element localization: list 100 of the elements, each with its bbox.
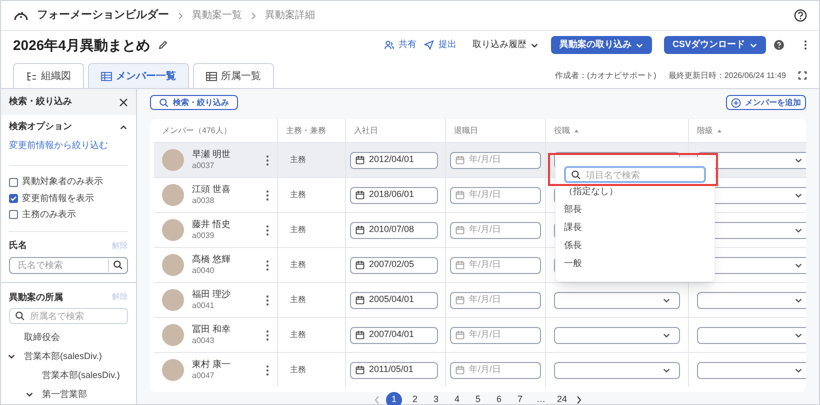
tree-item[interactable]: 営業本部(salesDiv.) [42,368,120,382]
search-filter-button[interactable]: 検索・絞り込み [150,95,238,110]
date-field[interactable]: 2007/04/01 [350,326,438,344]
select-field[interactable] [697,326,806,344]
share-button[interactable]: 共有 [384,38,416,52]
page-button[interactable]: 3 [428,392,444,405]
close-icon[interactable] [119,98,128,106]
breadcrumb-item: 異動案詳細 [265,8,315,23]
column-header[interactable]: 階級 [697,124,713,136]
checkbox[interactable] [9,178,18,187]
table-row[interactable]: 東村 康一 a0047 主務 2011/05/01 年/月/日 [154,352,806,387]
more-icon[interactable] [266,364,269,376]
table-icon [206,72,217,80]
calendar-icon [355,330,365,340]
page-button[interactable]: 5 [470,392,486,405]
column-header: 退職日 [454,124,478,136]
more-icon[interactable] [804,40,807,50]
checkbox[interactable] [9,210,18,220]
select-field[interactable] [554,292,680,308]
select-field[interactable] [697,292,806,308]
more-icon[interactable] [266,294,269,306]
member-id: a0038 [192,196,216,206]
checkbox-label: 主務のみ表示 [22,208,76,221]
filter-link[interactable]: 変更前情報から絞り込む [9,139,128,157]
check-icon [10,194,17,202]
table-row[interactable]: 冨田 和幸 a0043 主務 2007/04/01 年/月/日 [154,317,806,352]
table-icon [101,72,112,80]
tree-item[interactable]: 営業本部(salesDiv.) [24,350,102,364]
search-icon[interactable] [113,260,123,270]
select-field[interactable] [697,362,806,378]
table-row[interactable]: 福田 理沙 a0041 主務 2005/04/01 年/月/日 [154,282,806,317]
column-header[interactable]: 役職 [554,124,570,136]
dropdown-search-field[interactable]: 項目名で検索 [564,166,706,183]
submit-button[interactable]: 提出 [424,38,456,52]
calendar-icon [455,260,465,270]
import-history-button[interactable]: 取り込み履歴 [472,38,540,52]
date-field[interactable]: 2018/06/01 [350,186,438,204]
calendar-icon [455,225,465,235]
page-button[interactable]: 7 [512,392,528,405]
calendar-icon [355,190,365,200]
duty-cell: 主務 [290,224,306,236]
select-field[interactable] [554,362,680,378]
page-button[interactable]: 2 [407,392,423,405]
select-field[interactable] [554,326,680,344]
page-button[interactable]: 4 [449,392,465,405]
member-name: 髙橋 悠輝 [192,254,232,266]
page-button[interactable]: 1 [386,392,402,405]
more-icon[interactable] [266,330,269,340]
duty-cell: 主務 [290,294,306,306]
date-field[interactable]: 2005/04/01 [350,292,438,308]
plus-circle-icon [731,98,741,108]
help-icon[interactable] [794,9,807,22]
calendar-icon [355,260,365,270]
member-name: 福田 理沙 [192,289,232,301]
checkbox[interactable] [9,194,18,203]
department-search-field[interactable]: 所属名で検索 [9,308,128,324]
expand-icon[interactable] [798,71,807,80]
pencil-icon[interactable] [158,40,168,50]
more-icon[interactable] [266,224,269,236]
page-button[interactable]: 24 [554,392,570,405]
member-name: 江頭 世喜 [192,184,232,196]
dropdown-option[interactable]: 課長 [556,219,714,237]
avatar [162,324,184,346]
add-member-button[interactable]: メンバーを追加 [726,95,806,110]
tree-item[interactable]: 第一営業部 [42,388,87,402]
date-field[interactable]: 2012/04/01 [350,152,438,168]
help-icon[interactable] [774,40,784,50]
member-id: a0039 [192,230,216,241]
tab[interactable]: 所属一覧 [193,63,274,88]
breadcrumb-item[interactable]: フォーメーションビルダー [37,7,169,24]
updated-text: 最終更新日時：2026/06/24 11:49 [668,70,786,82]
next-page-icon[interactable] [575,395,583,405]
date-field[interactable]: 2010/07/08 [350,222,438,238]
dropdown-option[interactable]: （指定なし） [556,183,714,201]
import-button[interactable]: 異動案の取り込み [551,36,652,54]
avatar [162,219,184,241]
avatar [162,184,184,206]
csv-download-button[interactable]: CSVダウンロード [664,36,766,54]
dropdown-option[interactable]: 一般 [556,255,714,273]
date-field[interactable]: 2007/02/05 [350,256,438,274]
page-button[interactable]: 6 [491,392,507,405]
date-field[interactable]: 2011/05/01 [350,362,438,378]
sort-icon[interactable] [574,128,579,132]
calendar-icon [355,365,365,375]
calendar-icon [455,330,465,340]
expand-toggle-icon[interactable] [7,352,16,362]
tree-item[interactable]: 取締役会 [24,330,60,344]
name-search-field[interactable]: 氏名で検索 [9,256,128,274]
more-icon[interactable] [266,260,269,270]
more-icon[interactable] [266,154,269,166]
tab[interactable]: メンバー一覧 [88,63,189,88]
member-name: 冨田 和幸 [192,324,232,336]
tab[interactable]: 組織図 [13,63,84,88]
page-button[interactable]: … [533,392,549,405]
breadcrumb-item[interactable]: 異動案一覧 [192,8,242,23]
more-icon[interactable] [266,190,269,200]
expand-toggle-icon[interactable] [25,390,34,400]
member-name: 藤井 悟史 [192,219,232,231]
sort-icon[interactable] [717,128,722,132]
checkbox-label: 変更前情報を表示 [22,192,94,205]
